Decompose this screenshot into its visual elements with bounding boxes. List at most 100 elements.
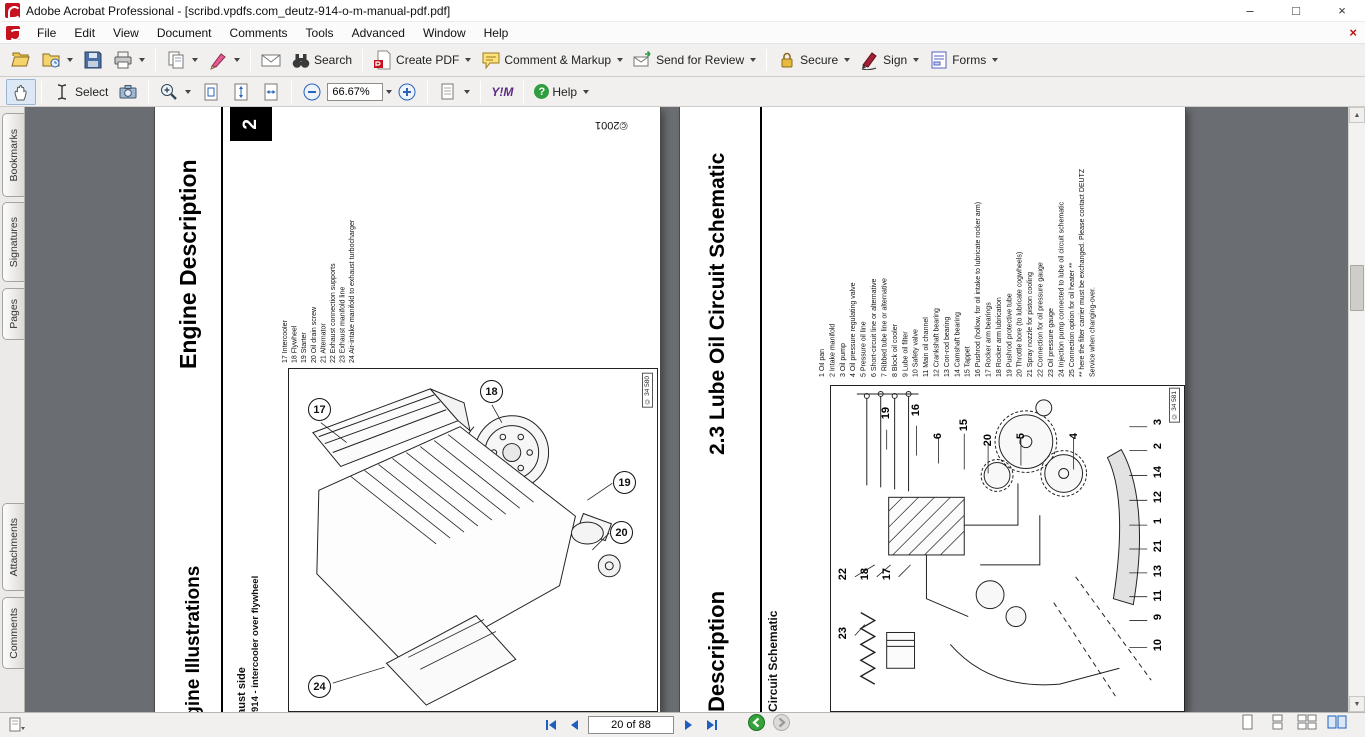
print-button[interactable]: [108, 47, 150, 73]
menu-item[interactable]: Document: [148, 23, 221, 43]
close-document-icon[interactable]: ×: [1349, 25, 1357, 40]
toolbar-separator: [250, 49, 251, 71]
tab-comments[interactable]: Comments: [2, 597, 24, 669]
vertical-scrollbar[interactable]: ▲ ▼: [1348, 107, 1365, 712]
single-page-icon: [1237, 714, 1257, 731]
maximize-button[interactable]: □: [1273, 0, 1319, 22]
tab-attachments[interactable]: Attachments: [2, 503, 24, 591]
dropdown-caret: [464, 90, 470, 94]
page-display-button[interactable]: [433, 79, 475, 105]
tab-comments-label: Comments: [8, 608, 20, 659]
facing-icon: [1327, 714, 1347, 731]
fit-page-button[interactable]: [226, 79, 256, 105]
continuous-facing-button[interactable]: [1297, 714, 1317, 736]
next-page-button[interactable]: [678, 716, 698, 734]
send-review-button[interactable]: Send for Review: [628, 47, 761, 73]
snapshot-button[interactable]: [113, 79, 143, 105]
secure-button[interactable]: Secure: [772, 47, 855, 73]
zoom-level-field[interactable]: [327, 83, 383, 101]
page-number-field[interactable]: [588, 716, 674, 734]
email-button[interactable]: [256, 47, 286, 73]
page-options-button[interactable]: [8, 717, 26, 737]
save-button[interactable]: [78, 47, 108, 73]
tab-bookmarks-label: Bookmarks: [8, 129, 20, 182]
part-item: 2 Intake manifold: [828, 163, 838, 377]
scroll-up-arrow[interactable]: ▲: [1349, 107, 1365, 123]
continuous-button[interactable]: [1267, 714, 1287, 736]
sign-button[interactable]: Sign: [855, 47, 924, 73]
dropdown-caret: [192, 58, 198, 62]
fit-width-button[interactable]: [256, 79, 286, 105]
printer-icon: [113, 50, 133, 70]
dropdown-caret: [913, 58, 919, 62]
scrollbar-thumb[interactable]: [1350, 265, 1364, 311]
help-button[interactable]: ? Help: [529, 81, 594, 102]
menu-item[interactable]: Window: [414, 23, 475, 43]
pdf-page-right: 2.3 Lube Oil Circuit Schematic Descripti…: [680, 107, 1185, 712]
tab-bookmarks[interactable]: Bookmarks: [2, 113, 24, 197]
secure-label: Secure: [800, 53, 838, 67]
copy-pages-button[interactable]: [161, 47, 203, 73]
menu-item[interactable]: File: [28, 23, 65, 43]
open-folder-icon: [11, 50, 31, 70]
page-options-icon: [8, 717, 26, 733]
first-page-button[interactable]: [540, 716, 560, 734]
search-button[interactable]: Search: [286, 47, 357, 73]
tab-signatures[interactable]: Signatures: [2, 202, 24, 282]
menu-item[interactable]: Advanced: [343, 23, 414, 43]
part-item: 25 Connection option for oil heater **: [1068, 163, 1078, 377]
previous-view-button[interactable]: [748, 714, 765, 736]
markup-pen-button[interactable]: [203, 47, 245, 73]
menu-item[interactable]: Tools: [297, 23, 343, 43]
hand-icon: [11, 82, 31, 102]
last-page-button[interactable]: [702, 716, 722, 734]
scroll-down-arrow[interactable]: ▼: [1349, 696, 1365, 712]
minimize-button[interactable]: –: [1227, 0, 1273, 22]
menu-item[interactable]: View: [104, 23, 148, 43]
part-item: 10 Safety valve: [912, 163, 922, 377]
menu-item[interactable]: Edit: [65, 23, 104, 43]
part-item: 24 Air-intake manifold to exhaust turboc…: [348, 219, 358, 363]
toolbar-separator: [41, 81, 42, 103]
dropdown-caret: [67, 58, 73, 62]
comment-markup-button[interactable]: Comment & Markup: [476, 47, 628, 73]
next-view-button[interactable]: [773, 714, 790, 736]
previous-page-button[interactable]: [564, 716, 584, 734]
callout-22: 22: [837, 568, 849, 580]
menu-item[interactable]: Help: [475, 23, 518, 43]
create-pdf-button[interactable]: Create PDF: [368, 47, 476, 73]
forms-button[interactable]: Forms: [924, 47, 1003, 73]
actual-size-button[interactable]: [196, 79, 226, 105]
zoom-tool-button[interactable]: [154, 79, 196, 105]
tab-attachments-label: Attachments: [8, 518, 20, 576]
marker-pen-icon: [208, 50, 228, 70]
organizer-button[interactable]: [36, 47, 78, 73]
facing-button[interactable]: [1327, 714, 1347, 736]
menu-item[interactable]: Comments: [221, 23, 297, 43]
part-item: 8 Block oil cooler: [891, 163, 901, 377]
part-item: 9 Lube oil filter: [901, 163, 911, 377]
create-pdf-label: Create PDF: [396, 53, 459, 67]
callout-24: 24: [308, 675, 331, 698]
single-page-button[interactable]: [1237, 714, 1257, 736]
callout-17: 17: [308, 398, 331, 421]
select-tool-button[interactable]: Select: [47, 79, 113, 105]
view-toolbar: Select: [0, 77, 1365, 107]
previous-page-icon: [568, 719, 581, 731]
zoom-in-button[interactable]: [392, 79, 422, 105]
tab-pages[interactable]: Pages: [2, 288, 24, 340]
callout-12: 12: [1152, 491, 1164, 503]
hand-tool-button[interactable]: [6, 79, 36, 105]
sign-label: Sign: [883, 53, 907, 67]
zoom-out-button[interactable]: [297, 79, 327, 105]
next-page-icon: [682, 719, 695, 731]
part-item: 19 Pushrod protective tube: [1005, 163, 1015, 377]
help-label: Help: [552, 85, 577, 99]
close-button[interactable]: ×: [1319, 0, 1365, 22]
title-bar[interactable]: Adobe Acrobat Professional - [scribd.vpd…: [0, 0, 1365, 22]
acrobat-window: Adobe Acrobat Professional - [scribd.vpd…: [0, 0, 1365, 737]
yahoo-messenger-button[interactable]: Y!M: [486, 82, 518, 102]
parts-list: 1 Oil pan2 Intake manifold3 Oil pump4 Oi…: [818, 163, 1140, 377]
open-button[interactable]: [6, 47, 36, 73]
chapter-tab: 2: [230, 107, 272, 141]
